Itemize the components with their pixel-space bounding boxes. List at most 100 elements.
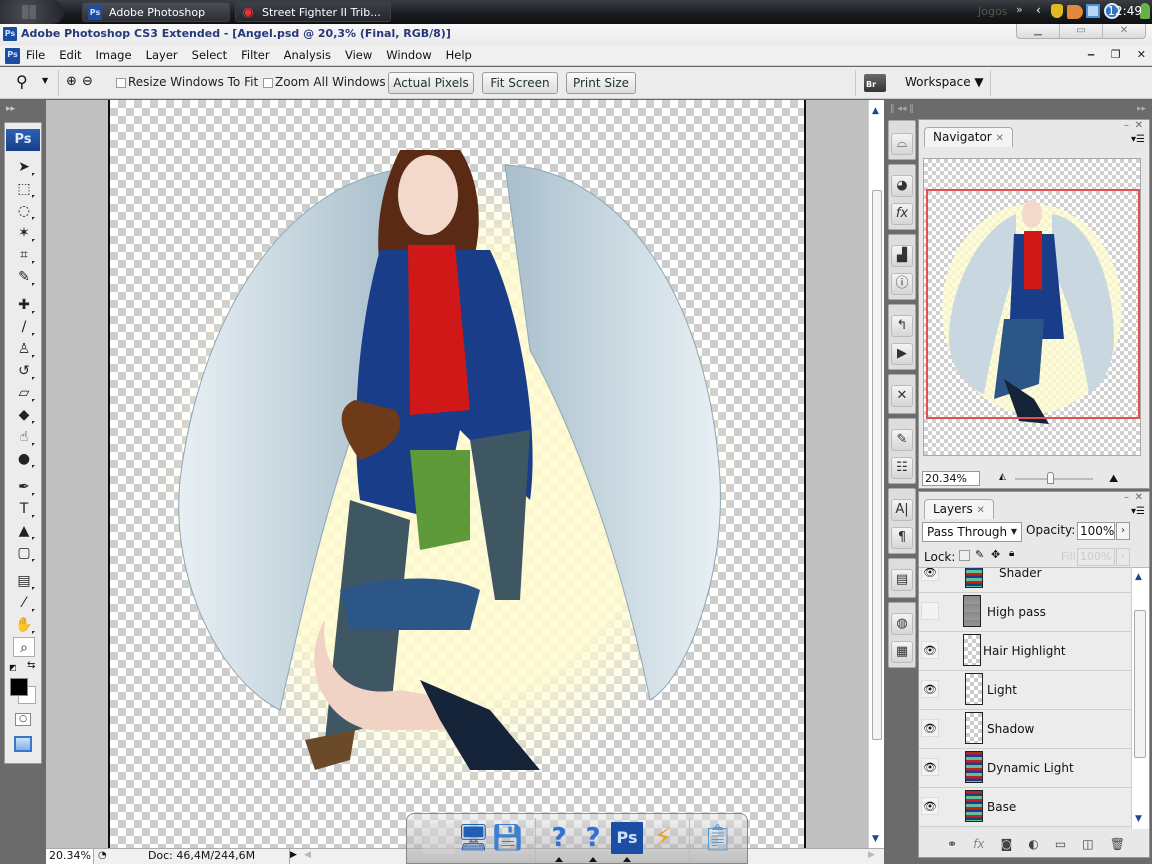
hand-tool[interactable]: ✋ (13, 615, 35, 635)
checkbox-icon[interactable] (263, 77, 273, 88)
mask-icon[interactable]: ◙ (1001, 837, 1013, 851)
scroll-up-arrow-icon[interactable]: ▲ (872, 106, 879, 116)
move-tool[interactable]: ➤ (13, 157, 35, 177)
info-icon[interactable]: ⓘ (891, 273, 913, 295)
fill-field[interactable]: 100% (1077, 548, 1115, 566)
panel-menu-icon[interactable]: ▾☰ (1131, 506, 1145, 517)
taskbar-task-photoshop[interactable]: Ps Adobe Photoshop CS... (82, 2, 230, 39)
shape-tool[interactable]: ▢ (13, 543, 35, 563)
paragraph-icon[interactable]: ¶ (891, 527, 913, 549)
menu-layer[interactable]: Layer (146, 48, 178, 62)
scroll-up-arrow-icon[interactable]: ▲ (1135, 572, 1142, 582)
path-selection-tool[interactable]: ▲ (13, 521, 35, 541)
vertical-scrollbar[interactable]: ▲ ▼ (868, 100, 884, 848)
menu-file[interactable]: File (26, 48, 45, 62)
color-icon[interactable]: ◕ (891, 175, 913, 197)
layer-row[interactable]: 👁︎ Base (919, 788, 1133, 827)
eye-visible-icon[interactable]: 👁︎ (921, 797, 939, 815)
print-size-button[interactable]: Print Size (566, 72, 636, 94)
quick-mask-icon[interactable]: ○ (15, 713, 31, 726)
maximize-button[interactable]: ▭ (1059, 24, 1102, 38)
layer-row[interactable]: 👁︎ Hair Highlight (919, 632, 1133, 671)
menu-filter[interactable]: Filter (241, 48, 269, 62)
character-icon[interactable]: A| (891, 499, 913, 521)
workspace-menu[interactable]: Workspace ▼ (905, 75, 984, 89)
zoom-all-windows-checkbox[interactable]: Zoom All Windows (263, 75, 386, 89)
tab-navigator[interactable]: Navigator ✕ (924, 127, 1013, 147)
tab-close-icon[interactable]: ✕ (996, 133, 1004, 144)
adjustment-icon[interactable]: ◐ (1028, 837, 1038, 851)
fx-icon[interactable]: fx (973, 837, 984, 851)
menu-select[interactable]: Select (192, 48, 227, 62)
navigator-preview[interactable] (923, 158, 1141, 456)
brush-tool[interactable]: / (13, 317, 35, 337)
healing-brush-tool[interactable]: ✚ (13, 295, 35, 315)
scroll-right-arrow-icon[interactable]: ▶ (868, 850, 875, 860)
eraser-tool[interactable]: ▱ (13, 383, 35, 403)
zoom-tool-preset-icon[interactable]: ⚲ (16, 72, 28, 91)
panel-close-icon[interactable]: ✕ (1135, 492, 1143, 503)
actions-icon[interactable]: ▶ (891, 343, 913, 365)
help-icon[interactable]: ? (543, 822, 575, 854)
tab-close-icon[interactable]: ✕ (977, 505, 985, 516)
opacity-slider-toggle-icon[interactable]: › (1116, 522, 1130, 540)
smudge-tool[interactable]: ☝ (13, 427, 35, 447)
palette-icon[interactable]: ◍ (891, 613, 913, 635)
eye-visible-icon[interactable]: 👁︎ (921, 758, 939, 776)
help-icon[interactable]: ? (577, 822, 609, 854)
history-icon[interactable]: ↰ (891, 315, 913, 337)
lasso-tool[interactable]: ◌ (13, 201, 35, 221)
menu-edit[interactable]: Edit (59, 48, 81, 62)
blend-mode-select[interactable]: Pass Through ▼ (922, 522, 1022, 542)
doc-close-button[interactable]: ✕ (1137, 48, 1146, 61)
histogram-icon[interactable]: ▟ (891, 245, 913, 267)
status-menu-arrow-icon[interactable]: ▶ (290, 850, 297, 860)
zoom-out-icon[interactable]: ⊖ (82, 74, 93, 89)
clone-source-icon[interactable]: ☷ (891, 457, 913, 479)
new-layer-icon[interactable]: ◫ (1082, 837, 1093, 851)
eye-visible-icon[interactable]: 👁︎ (921, 641, 939, 659)
layer-row[interactable]: 👁︎ Dynamic Light (919, 749, 1133, 788)
scroll-left-arrow-icon[interactable]: ◀ (304, 850, 311, 860)
layer-row[interactable]: 👁︎ Shadow (919, 710, 1133, 749)
doc-restore-button[interactable]: ❐ (1111, 48, 1121, 61)
doc-minimize-button[interactable]: ‒ (1087, 48, 1095, 61)
fill-slider-toggle-icon[interactable]: › (1116, 548, 1130, 566)
trash-icon[interactable]: 🗑︎ (1110, 837, 1125, 851)
navigator-zoom-field[interactable]: 20.34% (922, 471, 980, 486)
paths-icon[interactable]: ⌓ (891, 133, 913, 155)
zoom-in-icon[interactable]: ⊕ (66, 74, 77, 89)
canvas[interactable] (108, 100, 806, 848)
zoom-tool[interactable]: ⌕ (13, 637, 35, 657)
menu-analysis[interactable]: Analysis (284, 48, 331, 62)
lock-image-icon[interactable]: ✎ (975, 548, 984, 561)
photoshop-logo[interactable]: Ps (6, 129, 40, 151)
layer-row[interactable]: 👁︎ Light (919, 671, 1133, 710)
chevron-down-icon[interactable]: ▼ (42, 76, 48, 85)
navigator-zoom-slider[interactable] (1015, 478, 1093, 480)
layer-row[interactable]: 👁︎ Shader (919, 568, 1133, 593)
panel-menu-icon[interactable]: ▾☰ (1131, 134, 1145, 145)
scroll-down-arrow-icon[interactable]: ▼ (1135, 814, 1142, 824)
tool-presets-icon[interactable]: ✕ (891, 385, 913, 407)
photoshop-icon[interactable]: Ps (611, 822, 643, 854)
screen-mode-icon[interactable] (14, 736, 32, 752)
checkbox-icon[interactable] (116, 77, 126, 88)
menu-image[interactable]: Image (96, 48, 132, 62)
minimize-button[interactable]: ▁ (1017, 24, 1059, 38)
close-button[interactable]: ✕ (1102, 24, 1145, 38)
scroll-thumb[interactable] (1134, 610, 1146, 758)
taskbar-task-browser[interactable]: ◉ Street Fighter II Trib... (235, 2, 391, 22)
blank-icon[interactable] (423, 822, 455, 854)
zoom-level-field[interactable]: 20.34% (46, 849, 94, 864)
opacity-field[interactable]: 100% (1077, 522, 1115, 540)
link-layers-icon[interactable]: ⚭ (947, 837, 957, 851)
swatches-icon[interactable]: ▦ (891, 641, 913, 663)
menu-view[interactable]: View (345, 48, 372, 62)
navigator-slider-thumb[interactable] (1047, 472, 1054, 484)
panel-minimize-icon[interactable]: – (1124, 120, 1129, 131)
network-icon[interactable] (1086, 4, 1100, 18)
panel-close-icon[interactable]: ✕ (1135, 120, 1143, 131)
disk-icon[interactable]: 💾︎ (491, 822, 524, 854)
shield-warning-icon[interactable] (1051, 4, 1063, 18)
